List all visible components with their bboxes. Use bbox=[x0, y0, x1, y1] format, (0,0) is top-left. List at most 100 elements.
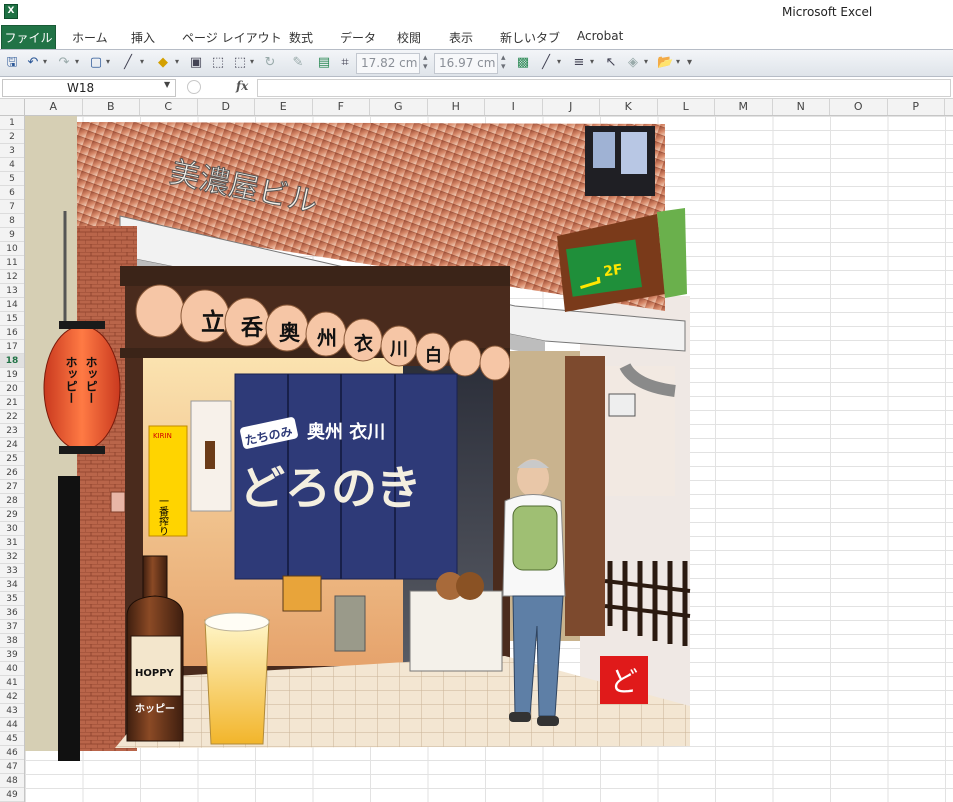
shadow-dropdown-icon[interactable]: ▾ bbox=[644, 57, 648, 66]
group-icon[interactable]: ▣ bbox=[188, 55, 204, 71]
row-header[interactable]: 9 bbox=[0, 228, 24, 242]
row-header[interactable]: 30 bbox=[0, 522, 24, 536]
row-header[interactable]: 31 bbox=[0, 536, 24, 550]
shape-style-icon[interactable]: ▩ bbox=[515, 55, 531, 71]
bring-forward-icon[interactable]: ▤ bbox=[316, 55, 332, 71]
tab-data[interactable]: データ bbox=[340, 29, 376, 46]
line-color-dropdown-icon[interactable]: ▾ bbox=[140, 57, 144, 66]
open-folder-icon[interactable]: 📂 bbox=[657, 55, 673, 71]
column-header[interactable]: L bbox=[658, 99, 715, 115]
column-header[interactable]: I bbox=[485, 99, 543, 115]
column-header[interactable]: C bbox=[140, 99, 198, 115]
save-icon[interactable]: 🖫 bbox=[4, 55, 20, 71]
line-color-icon[interactable]: ╱ bbox=[120, 55, 136, 71]
row-header[interactable]: 46 bbox=[0, 746, 24, 760]
column-header[interactable]: O bbox=[830, 99, 888, 115]
undo-icon[interactable]: ↶ bbox=[25, 55, 41, 71]
shape-height-field[interactable]: 16.97 cm bbox=[434, 53, 498, 74]
row-header[interactable]: 15 bbox=[0, 312, 24, 326]
row-header[interactable]: 49 bbox=[0, 788, 24, 802]
shape-width-field[interactable]: 17.82 cm bbox=[356, 53, 420, 74]
name-box-dropdown-icon[interactable]: ▼ bbox=[164, 80, 170, 89]
rotate-icon[interactable]: ↻ bbox=[262, 55, 278, 71]
tab-insert[interactable]: 挿入 bbox=[131, 29, 155, 46]
row-header[interactable]: 4 bbox=[0, 158, 24, 172]
line-weight-dropdown-icon[interactable]: ▾ bbox=[590, 57, 594, 66]
row-header[interactable]: 11 bbox=[0, 256, 24, 270]
column-header[interactable]: F bbox=[313, 99, 370, 115]
column-header[interactable]: J bbox=[543, 99, 600, 115]
storefront-illustration[interactable]: 美濃屋ビル KIRIN 一番搾り 立 呑 奥 州 衣 川 白 たちのみ 奥州 衣… bbox=[25, 116, 700, 766]
row-header[interactable]: 42 bbox=[0, 690, 24, 704]
row-header[interactable]: 18 bbox=[0, 354, 24, 368]
row-header[interactable]: 8 bbox=[0, 214, 24, 228]
column-header[interactable]: D bbox=[198, 99, 255, 115]
row-header[interactable]: 44 bbox=[0, 718, 24, 732]
tab-page-layout[interactable]: ページ レイアウト bbox=[182, 29, 282, 46]
column-header[interactable]: N bbox=[773, 99, 830, 115]
row-header[interactable]: 47 bbox=[0, 760, 24, 774]
align-icon[interactable]: ⬚ bbox=[210, 55, 226, 71]
redo-icon[interactable]: ↷ bbox=[56, 55, 72, 71]
row-header[interactable]: 39 bbox=[0, 648, 24, 662]
distribute-dropdown-icon[interactable]: ▾ bbox=[250, 57, 254, 66]
undo-dropdown-icon[interactable]: ▾ bbox=[43, 57, 47, 66]
row-header[interactable]: 10 bbox=[0, 242, 24, 256]
column-header[interactable]: G bbox=[370, 99, 428, 115]
excel-app-icon[interactable]: X bbox=[4, 4, 18, 19]
row-header[interactable]: 23 bbox=[0, 424, 24, 438]
row-header[interactable]: 45 bbox=[0, 732, 24, 746]
row-header[interactable]: 6 bbox=[0, 186, 24, 200]
row-header[interactable]: 2 bbox=[0, 130, 24, 144]
row-header[interactable]: 35 bbox=[0, 592, 24, 606]
formula-input[interactable] bbox=[257, 79, 951, 97]
row-header[interactable]: 34 bbox=[0, 578, 24, 592]
select-all-corner[interactable] bbox=[0, 99, 25, 116]
row-header[interactable]: 5 bbox=[0, 172, 24, 186]
tab-formulas[interactable]: 数式 bbox=[289, 29, 313, 46]
row-header[interactable]: 19 bbox=[0, 368, 24, 382]
shadow-icon[interactable]: ◈ bbox=[625, 55, 641, 71]
line-weight-icon[interactable]: ≡ bbox=[571, 55, 587, 71]
row-header[interactable]: 43 bbox=[0, 704, 24, 718]
row-header[interactable]: 40 bbox=[0, 662, 24, 676]
column-header[interactable]: P bbox=[888, 99, 945, 115]
shapes-dropdown-icon[interactable]: ▾ bbox=[106, 57, 110, 66]
tab-review[interactable]: 校閲 bbox=[397, 29, 421, 46]
row-header[interactable]: 1 bbox=[0, 116, 24, 130]
row-header[interactable]: 28 bbox=[0, 494, 24, 508]
row-header[interactable]: 32 bbox=[0, 550, 24, 564]
row-header[interactable]: 36 bbox=[0, 606, 24, 620]
row-header[interactable]: 24 bbox=[0, 438, 24, 452]
fill-color-dropdown-icon[interactable]: ▾ bbox=[175, 57, 179, 66]
column-header[interactable]: E bbox=[255, 99, 313, 115]
row-header[interactable]: 29 bbox=[0, 508, 24, 522]
row-header[interactable]: 13 bbox=[0, 284, 24, 298]
fill-color-icon[interactable]: ◆ bbox=[155, 55, 171, 71]
row-header[interactable]: 26 bbox=[0, 466, 24, 480]
outline-icon[interactable]: ╱ bbox=[538, 55, 554, 71]
name-box[interactable]: W18 bbox=[2, 79, 176, 97]
row-header[interactable]: 48 bbox=[0, 774, 24, 788]
tab-acrobat[interactable]: Acrobat bbox=[577, 29, 623, 43]
row-header[interactable]: 17 bbox=[0, 340, 24, 354]
row-header[interactable]: 27 bbox=[0, 480, 24, 494]
row-header[interactable]: 37 bbox=[0, 620, 24, 634]
formula-cancel-icon[interactable] bbox=[187, 80, 201, 94]
column-header[interactable]: M bbox=[715, 99, 773, 115]
tab-view[interactable]: 表示 bbox=[449, 29, 473, 46]
row-header[interactable]: 12 bbox=[0, 270, 24, 284]
row-header[interactable]: 14 bbox=[0, 298, 24, 312]
row-header[interactable]: 22 bbox=[0, 410, 24, 424]
tab-home[interactable]: ホーム bbox=[72, 29, 108, 46]
column-header[interactable]: B bbox=[83, 99, 140, 115]
insert-function-icon[interactable]: fx bbox=[236, 79, 248, 93]
row-header[interactable]: 33 bbox=[0, 564, 24, 578]
open-dropdown-icon[interactable]: ▾ bbox=[676, 57, 680, 66]
redo-dropdown-icon[interactable]: ▾ bbox=[75, 57, 79, 66]
row-header[interactable]: 20 bbox=[0, 382, 24, 396]
row-header[interactable]: 7 bbox=[0, 200, 24, 214]
edit-points-icon[interactable]: ✎ bbox=[290, 55, 306, 71]
crop-icon[interactable]: ⌗ bbox=[337, 55, 353, 71]
column-header[interactable]: A bbox=[25, 99, 83, 115]
